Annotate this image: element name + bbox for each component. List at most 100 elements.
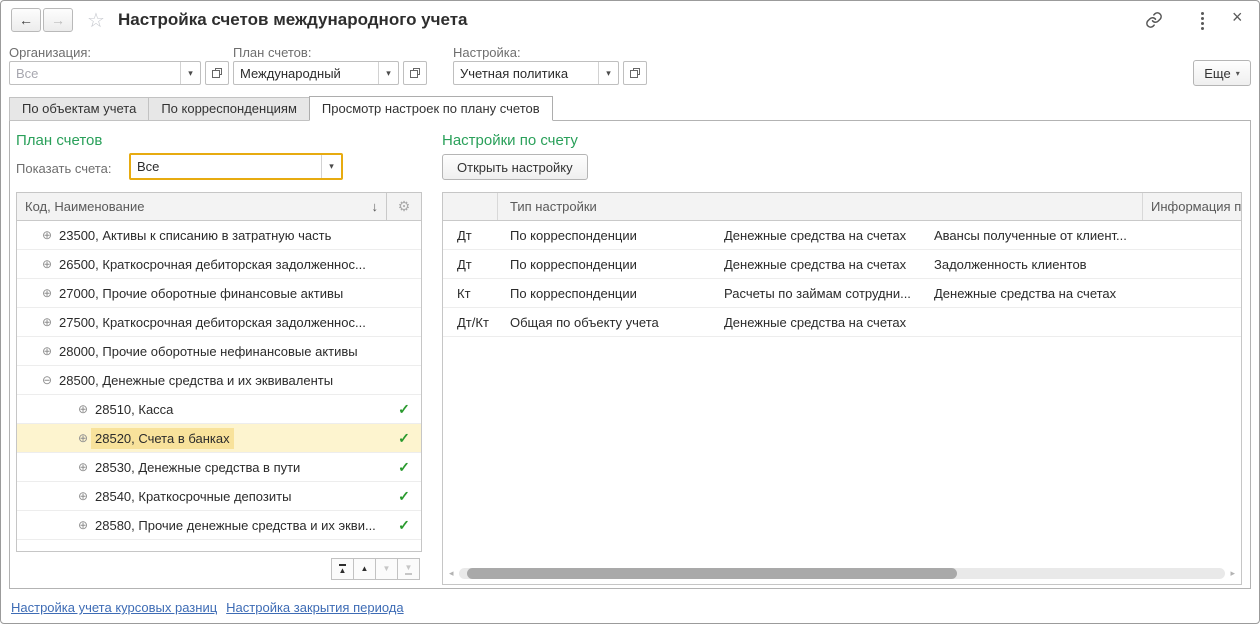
footer-links: Настройка учета курсовых разниц Настройк…	[11, 600, 404, 615]
setting-object: Денежные средства на счетах	[724, 314, 907, 330]
account-row[interactable]: ⊕ 28530, Денежные средства в пути ✓	[17, 453, 421, 482]
tab-view-settings-by-chart[interactable]: Просмотр настроек по плану счетов	[308, 96, 553, 121]
open-setting-button[interactable]: Открыть настройку	[442, 154, 588, 180]
expand-icon[interactable]: ⊕	[75, 431, 91, 445]
chevron-down-icon[interactable]: ▾	[598, 62, 618, 84]
expand-icon[interactable]: ⊕	[75, 518, 91, 532]
chevron-down-icon[interactable]: ▾	[321, 155, 341, 178]
account-row[interactable]: ⊕ 28540, Краткосрочные депозиты ✓	[17, 482, 421, 511]
accounts-tree-table: Код, Наименование ↓ ⚙ ⊕ 23500, Активы к …	[16, 192, 422, 552]
setting-side: Дт	[457, 256, 472, 272]
expand-icon[interactable]: ⊕	[75, 402, 91, 416]
check-icon: ✓	[398, 400, 410, 417]
more-button[interactable]: Еще ▾	[1193, 60, 1251, 86]
scrollbar-thumb[interactable]	[466, 568, 957, 579]
go-first-button[interactable]: ▲	[331, 558, 354, 580]
setting-side: Кт	[457, 285, 471, 301]
tab-by-accounting-objects[interactable]: По объектам учета	[9, 97, 150, 121]
account-row[interactable]: ⊕ 28510, Касса ✓	[17, 395, 421, 424]
settings-panel-title: Настройки по счету	[442, 132, 578, 149]
account-row[interactable]: ⊕ 28000, Прочие оборотные нефинансовые а…	[17, 337, 421, 366]
check-icon: ✓	[398, 516, 410, 533]
account-row[interactable]: ⊕ 26500, Краткосрочная дебиторская задол…	[17, 250, 421, 279]
setting-info: Денежные средства на счетах	[934, 285, 1117, 301]
organization-open-button[interactable]	[205, 61, 229, 85]
expand-icon[interactable]: ⊕	[39, 344, 55, 358]
setting-open-button[interactable]	[623, 61, 647, 85]
chevron-down-icon[interactable]: ▾	[378, 62, 398, 84]
chart-of-accounts-open-button[interactable]	[403, 61, 427, 85]
setting-row[interactable]: Кт По корреспонденции Расчеты по займам …	[443, 279, 1241, 308]
page-title: Настройка счетов международного учета	[118, 10, 468, 29]
period-closing-settings-link[interactable]: Настройка закрытия периода	[226, 600, 403, 615]
back-icon: ←	[19, 12, 33, 28]
side-column-header	[443, 193, 498, 220]
expand-icon[interactable]: ⊕	[75, 460, 91, 474]
setting-object: Денежные средства на счетах	[724, 227, 907, 243]
account-row-text: 23500, Активы к списанию в затратную час…	[59, 227, 332, 243]
account-row[interactable]: ⊕ 27500, Краткосрочная дебиторская задол…	[17, 308, 421, 337]
organization-field[interactable]: Все ▾	[9, 61, 201, 85]
horizontal-scrollbar[interactable]: ◂ ▸	[449, 568, 1235, 579]
back-button[interactable]: ←	[11, 8, 41, 32]
account-row-selected[interactable]: ⊕ 28520, Счета в банках ✓	[17, 424, 421, 453]
expand-icon[interactable]: ⊕	[75, 489, 91, 503]
account-row-text: 28580, Прочие денежные средства и их экв…	[95, 517, 376, 533]
account-row-text: 28520, Счета в банках	[91, 427, 234, 449]
chart-of-accounts-label: План счетов:	[233, 45, 312, 60]
collapse-icon[interactable]: ⊖	[39, 373, 55, 387]
setting-value: Учетная политика	[460, 65, 569, 81]
type-column-header: Тип настройки	[498, 193, 1143, 220]
favorite-star-icon[interactable]: ☆	[87, 8, 105, 33]
go-last-button[interactable]: ▼	[397, 558, 420, 580]
more-button-label: Еще	[1204, 65, 1231, 81]
get-link-icon[interactable]	[1144, 11, 1164, 32]
table-settings-gear-button[interactable]: ⚙	[386, 193, 421, 220]
go-down-button[interactable]: ▼	[375, 558, 398, 580]
go-up-icon: ▲	[360, 564, 369, 573]
scrollbar-track[interactable]	[459, 568, 1225, 579]
setting-row[interactable]: Дт/Кт Общая по объекту учета Денежные ср…	[443, 308, 1241, 337]
chart-of-accounts-field[interactable]: Международный ▾	[233, 61, 399, 85]
chart-of-accounts-value: Международный	[240, 65, 341, 81]
scroll-left-icon[interactable]: ◂	[449, 568, 454, 579]
account-row-text: 27000, Прочие оборотные финансовые актив…	[59, 285, 344, 301]
setting-row[interactable]: Дт По корреспонденции Денежные средства …	[443, 221, 1241, 250]
setting-object: Денежные средства на счетах	[724, 256, 907, 272]
accounts-table-header[interactable]: Код, Наименование ↓ ⚙	[17, 193, 421, 221]
organization-value: Все	[16, 65, 39, 81]
setting-field[interactable]: Учетная политика ▾	[453, 61, 619, 85]
exchange-rate-settings-link[interactable]: Настройка учета курсовых разниц	[11, 600, 217, 615]
account-row[interactable]: ⊖ 28500, Денежные средства и их эквивале…	[17, 366, 421, 395]
settings-table-header[interactable]: Тип настройки Информация по	[443, 193, 1241, 221]
menu-dots-icon[interactable]	[1201, 12, 1205, 30]
account-row[interactable]: ⊕ 23500, Активы к списанию в затратную ч…	[17, 221, 421, 250]
expand-icon[interactable]: ⊕	[39, 315, 55, 329]
tree-navigation-buttons: ▲ ▲ ▼ ▼	[331, 558, 420, 580]
forward-button[interactable]: →	[43, 8, 73, 32]
setting-type: По корреспонденции	[510, 227, 637, 243]
app-window: ← → ☆ Настройка счетов международного уч…	[0, 0, 1260, 624]
go-up-button[interactable]: ▲	[353, 558, 376, 580]
account-row-text: 28000, Прочие оборотные нефинансовые акт…	[59, 343, 358, 359]
go-down-icon: ▼	[382, 564, 391, 573]
chevron-down-icon[interactable]: ▾	[180, 62, 200, 84]
setting-row[interactable]: Дт По корреспонденции Денежные средства …	[443, 250, 1241, 279]
expand-icon[interactable]: ⊕	[39, 286, 55, 300]
chevron-down-icon: ▾	[1235, 68, 1240, 78]
show-accounts-field[interactable]: Все ▾	[129, 153, 343, 180]
scroll-right-icon[interactable]: ▸	[1230, 568, 1235, 579]
sort-desc-icon: ↓	[371, 199, 379, 214]
setting-side: Дт	[457, 227, 472, 243]
tab-by-correspondences[interactable]: По корреспонденциям	[148, 97, 310, 121]
expand-icon[interactable]: ⊕	[39, 257, 55, 271]
go-last-icon: ▼	[404, 563, 413, 575]
show-accounts-value: Все	[137, 159, 160, 174]
account-row[interactable]: ⊕ 27000, Прочие оборотные финансовые акт…	[17, 279, 421, 308]
gear-icon: ⚙	[397, 198, 411, 214]
expand-icon[interactable]: ⊕	[39, 228, 55, 242]
account-row[interactable]: ⊕ 28580, Прочие денежные средства и их э…	[17, 511, 421, 540]
plan-panel-title: План счетов	[16, 132, 103, 149]
setting-info: Авансы полученные от клиент...	[934, 227, 1127, 243]
close-icon[interactable]: ×	[1232, 7, 1243, 28]
